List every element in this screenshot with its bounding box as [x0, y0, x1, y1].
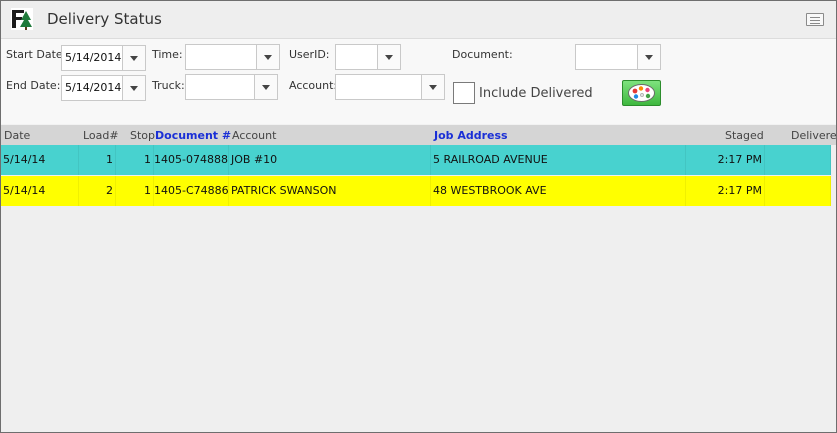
cell-staged: 2:17 PM	[686, 176, 765, 206]
cell-account: JOB #10	[229, 145, 431, 175]
include-delivered-label: Include Delivered	[479, 86, 593, 101]
time-dropdown[interactable]	[185, 44, 280, 70]
cell-date: 5/14/14	[1, 176, 79, 206]
account-label: Account:	[289, 79, 338, 92]
cell-delivered	[765, 176, 831, 206]
column-header-job-address[interactable]: Job Address	[434, 129, 508, 142]
column-header-load[interactable]: Load#	[83, 129, 119, 142]
account-dropdown[interactable]	[335, 74, 445, 100]
column-header-stop[interactable]: Stop	[130, 129, 155, 142]
end-date-label: End Date:	[6, 79, 61, 92]
userid-value	[336, 45, 377, 69]
cell-account: PATRICK SWANSON	[229, 176, 431, 206]
window-title: Delivery Status	[47, 10, 162, 28]
cell-delivered	[765, 145, 831, 175]
document-label: Document:	[452, 48, 513, 61]
column-header-date[interactable]: Date	[4, 129, 30, 142]
chevron-down-icon[interactable]	[122, 76, 145, 100]
title-bar: Delivery Status	[1, 1, 836, 39]
end-date-dropdown[interactable]: 5/14/2014	[61, 75, 146, 101]
truck-dropdown[interactable]	[185, 74, 278, 100]
truck-label: Truck:	[152, 79, 185, 92]
menu-icon[interactable]	[806, 13, 824, 26]
document-dropdown[interactable]	[575, 44, 661, 70]
include-delivered-checkbox[interactable]	[453, 82, 475, 104]
chevron-down-icon[interactable]	[421, 75, 444, 99]
userid-label: UserID:	[289, 48, 330, 61]
cell-load: 2	[79, 176, 116, 206]
column-header-account[interactable]: Account	[232, 129, 276, 142]
chevron-down-icon[interactable]	[254, 75, 277, 99]
column-header-delivered[interactable]: Delivere	[791, 129, 836, 142]
table-header: Date Load# Stop Document # Account Job A…	[1, 125, 836, 145]
table-row[interactable]: 5/14/14 2 1 1405-C74886 PATRICK SWANSON …	[1, 176, 831, 206]
chevron-down-icon[interactable]	[377, 45, 400, 69]
cell-document: 1405-C74886	[154, 176, 229, 206]
cell-load: 1	[79, 145, 116, 175]
tree-logo-icon	[11, 8, 33, 30]
cell-job-address: 48 WESTBROOK AVE	[431, 176, 686, 206]
start-date-label: Start Date:	[6, 48, 67, 61]
palette-icon	[628, 84, 655, 102]
chevron-down-icon[interactable]	[637, 45, 660, 69]
delivery-status-window: Delivery Status Start Date: 5/14/2014 En…	[0, 0, 837, 433]
userid-dropdown[interactable]	[335, 44, 401, 70]
start-date-value: 5/14/2014	[65, 51, 122, 64]
cell-job-address: 5 RAILROAD AVENUE	[431, 145, 686, 175]
delivery-table: Date Load# Stop Document # Account Job A…	[1, 125, 836, 432]
end-date-value: 5/14/2014	[65, 81, 122, 94]
time-label: Time:	[152, 48, 183, 61]
cell-date: 5/14/14	[1, 145, 79, 175]
document-value	[576, 45, 637, 69]
color-palette-button[interactable]	[622, 80, 661, 106]
filter-panel: Start Date: 5/14/2014 End Date: 5/14/201…	[1, 39, 836, 124]
cell-stop: 1	[116, 176, 154, 206]
column-header-staged[interactable]: Staged	[725, 129, 764, 142]
truck-value	[186, 75, 254, 99]
column-header-document[interactable]: Document #	[155, 129, 231, 142]
cell-stop: 1	[116, 145, 154, 175]
time-value	[186, 45, 256, 69]
table-row[interactable]: 5/14/14 1 1 1405-074888 JOB #10 5 RAILRO…	[1, 145, 831, 175]
cell-staged: 2:17 PM	[686, 145, 765, 175]
start-date-dropdown[interactable]: 5/14/2014	[61, 45, 146, 71]
cell-document: 1405-074888	[154, 145, 229, 175]
chevron-down-icon[interactable]	[256, 45, 279, 69]
chevron-down-icon[interactable]	[122, 46, 145, 70]
account-value	[336, 75, 421, 99]
